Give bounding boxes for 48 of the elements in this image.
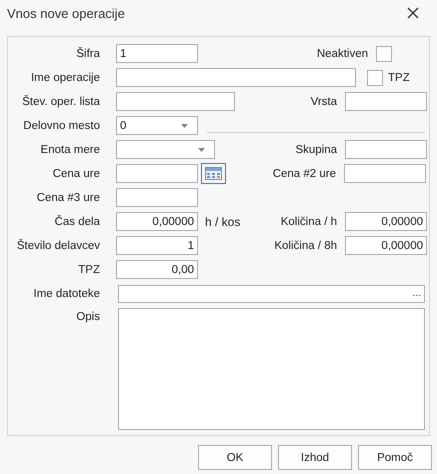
field-label: Opis — [75, 311, 100, 323]
dropdown[interactable]: 0 — [116, 116, 198, 135]
input-field[interactable]: 0,00 — [116, 260, 198, 279]
input-field[interactable]: 1 — [116, 236, 198, 255]
field-label: TPZ — [77, 264, 100, 276]
input-field[interactable] — [344, 164, 426, 183]
checkbox-label: TPZ — [388, 72, 410, 84]
unit-label: h / kos — [205, 214, 240, 228]
text-area[interactable] — [118, 308, 425, 430]
calculator-icon — [205, 167, 222, 180]
input-field[interactable] — [345, 92, 427, 111]
field-label: Enota mere — [40, 144, 100, 156]
window-title: Vnos nove operacije — [7, 6, 125, 20]
calculator-button[interactable] — [201, 163, 226, 184]
input-field[interactable] — [116, 188, 198, 207]
checkbox-label: Neaktiven — [316, 48, 368, 60]
field-label: Skupina — [295, 144, 337, 156]
field-label: Količina / h — [280, 216, 337, 228]
field-label: Količina / 8h — [274, 240, 337, 252]
field-label: Cena #3 ure — [36, 192, 100, 204]
dialog-button[interactable]: Izhod — [278, 445, 352, 470]
field-label: Šifra — [75, 48, 100, 60]
field-label: Štev. oper. lista — [21, 96, 100, 108]
input-field[interactable]: 0,00000 — [345, 236, 427, 255]
close-icon[interactable] — [407, 7, 419, 19]
input-field[interactable] — [345, 140, 427, 159]
field-label: Čas dela — [54, 216, 100, 228]
field-label: Število delavcev — [16, 240, 100, 252]
input-field[interactable]: 0,00000 — [116, 212, 198, 231]
input-field[interactable] — [116, 92, 235, 111]
input-field[interactable]: 0,00000 — [345, 212, 427, 231]
field-label: Ime datoteke — [32, 288, 100, 300]
field-label: Delovno mesto — [22, 120, 100, 132]
caret-icon — [198, 148, 205, 152]
field-label: Cena ure — [52, 168, 100, 180]
file-field[interactable]: ... — [118, 284, 425, 302]
input-field[interactable] — [116, 68, 356, 87]
dropdown[interactable] — [116, 140, 215, 159]
dialog-button[interactable]: Pomoč — [358, 445, 432, 470]
field-label: Cena #2 ure — [272, 168, 336, 180]
field-label: Ime operacije — [30, 72, 100, 84]
field-label: Vrsta — [310, 96, 337, 108]
checkbox[interactable] — [376, 46, 392, 62]
input-field[interactable]: 1 — [116, 44, 198, 63]
dialog-button[interactable]: OK — [198, 445, 272, 470]
input-field[interactable] — [116, 164, 198, 183]
checkbox[interactable] — [367, 70, 383, 86]
caret-icon — [181, 124, 188, 128]
